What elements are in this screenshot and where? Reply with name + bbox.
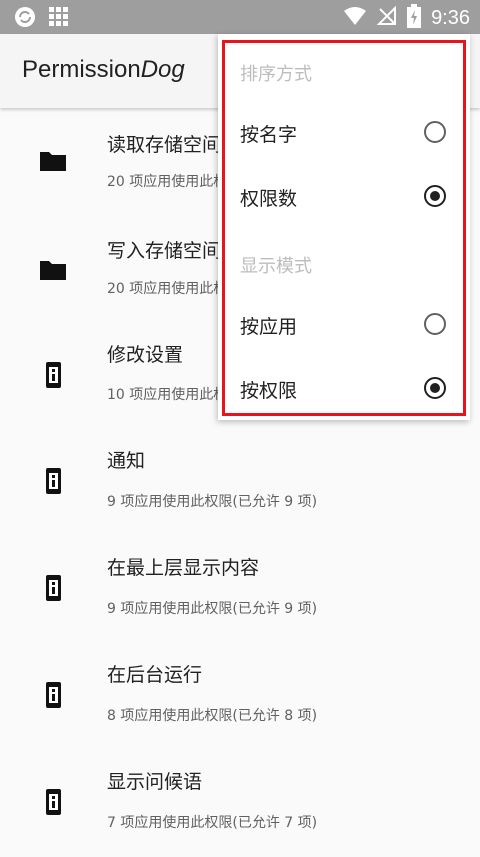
app-title-main: Permission: [22, 56, 141, 83]
option-label: 按名字: [240, 124, 298, 146]
sort-by-name-option[interactable]: 按名字: [218, 106, 470, 162]
phone-info-icon: [38, 360, 68, 390]
permission-subtitle: 9 项应用使用此权限(已允许 9 项): [107, 601, 318, 617]
permission-title: 通知: [107, 450, 146, 472]
clock: 9:36: [431, 6, 470, 29]
list-item[interactable]: 显示问候语 7 项应用使用此权限(已允许 7 项): [0, 750, 480, 857]
sync-icon: [14, 6, 36, 32]
permission-title: 读取存储空间: [107, 134, 222, 156]
option-label: 按权限: [240, 380, 298, 402]
option-label: 按应用: [240, 316, 298, 338]
wifi-icon: [343, 6, 367, 30]
permission-subtitle: 7 项应用使用此权限(已允许 7 项): [107, 815, 318, 831]
app-title-italic: Dog: [140, 56, 185, 83]
folder-icon: [38, 146, 68, 176]
permission-subtitle: 9 项应用使用此权限(已允许 9 项): [107, 494, 318, 510]
folder-icon: [38, 255, 68, 285]
phone-info-icon: [38, 680, 68, 710]
phone-info-icon: [38, 787, 68, 817]
phone-info-icon: [38, 573, 68, 603]
permission-title: 显示问候语: [107, 771, 203, 793]
no-signal-icon: [376, 5, 397, 30]
list-item[interactable]: 在最上层显示内容 9 项应用使用此权限(已允许 9 项): [0, 536, 480, 643]
sort-by-count-option[interactable]: 权限数: [218, 170, 470, 226]
permission-subtitle: 8 项应用使用此权限(已允许 8 项): [107, 708, 318, 724]
battery-charging-icon: [407, 4, 422, 32]
phone-info-icon: [38, 466, 68, 496]
status-bar: 9:36: [0, 0, 480, 34]
sort-popup-menu: 排序方式 按名字 权限数 显示模式 按应用 按权限: [218, 34, 470, 420]
grid-icon: [48, 6, 70, 32]
mode-by-permission-option[interactable]: 按权限: [218, 362, 470, 418]
radio-button[interactable]: [424, 185, 446, 207]
sort-section-header: 排序方式: [240, 64, 312, 85]
list-item[interactable]: 在后台运行 8 项应用使用此权限(已允许 8 项): [0, 643, 480, 750]
permission-title: 修改设置: [107, 344, 184, 366]
radio-button[interactable]: [424, 377, 446, 399]
mode-by-app-option[interactable]: 按应用: [218, 298, 470, 354]
list-item[interactable]: 通知 9 项应用使用此权限(已允许 9 项): [0, 429, 480, 536]
permission-title: 在最上层显示内容: [107, 557, 260, 579]
highlight-frame: [222, 40, 466, 416]
permission-title: 写入存储空间: [107, 240, 222, 262]
option-label: 权限数: [240, 188, 298, 210]
display-mode-header: 显示模式: [240, 256, 312, 277]
permission-title: 在后台运行: [107, 664, 203, 686]
radio-button[interactable]: [424, 313, 446, 335]
app-title: PermissionDog: [22, 56, 185, 84]
radio-button[interactable]: [424, 121, 446, 143]
